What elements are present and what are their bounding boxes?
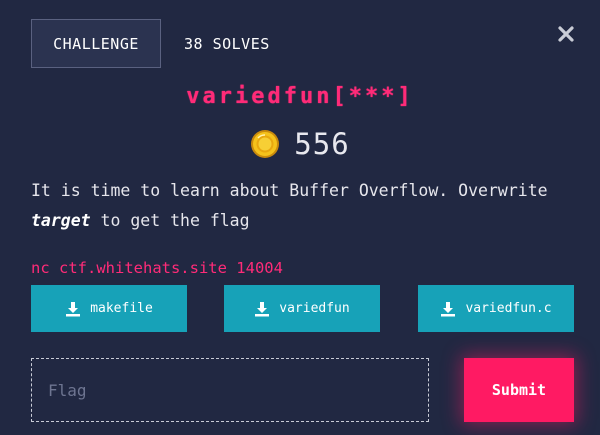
download-label: variedfun: [279, 301, 350, 316]
download-makefile-button[interactable]: makefile: [31, 285, 187, 332]
download-variedfun-c-button[interactable]: variedfun.c: [418, 285, 574, 332]
flag-input[interactable]: [31, 358, 429, 422]
download-variedfun-button[interactable]: variedfun: [224, 285, 380, 332]
description-text-end: to get the flag: [90, 211, 250, 230]
challenge-description: It is time to learn about Buffer Overflo…: [31, 176, 571, 236]
points-value: 556: [294, 127, 350, 161]
close-icon[interactable]: [556, 24, 576, 44]
challenge-points: 556: [0, 127, 600, 161]
submit-button[interactable]: Submit: [464, 358, 574, 422]
coin-icon: [251, 130, 280, 158]
tab-solves[interactable]: 38 SOLVES: [184, 35, 270, 53]
tab-challenge[interactable]: CHALLENGE: [31, 19, 161, 68]
challenge-title: variedfun[***]: [186, 84, 414, 109]
download-icon: [255, 301, 270, 316]
download-icon: [66, 301, 81, 316]
description-text-start: It is time to learn about Buffer Overflo…: [31, 181, 548, 200]
connection-info: nc ctf.whitehats.site 14004: [31, 259, 283, 277]
download-label: variedfun.c: [465, 301, 552, 316]
description-emphasis: target: [31, 211, 91, 230]
challenge-tabs: CHALLENGE 38 SOLVES: [31, 18, 270, 69]
download-label: makefile: [90, 301, 153, 316]
download-icon: [441, 301, 456, 316]
